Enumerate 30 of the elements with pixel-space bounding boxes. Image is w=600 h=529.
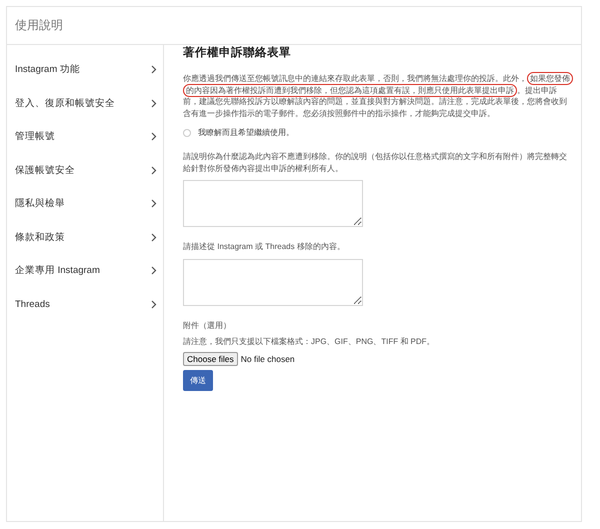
page-title: 使用說明 [15, 18, 63, 32]
text-area[interactable] [183, 180, 363, 227]
note-text: 請注意，我們只支援以下檔案格式：JPG、GIF、PNG、TIFF 和 PDF。 [183, 336, 436, 346]
chevron-icon [151, 166, 157, 175]
field-label: 附件（選用） [183, 320, 232, 330]
file-status: No file chosen [240, 354, 295, 364]
sidebar-item[interactable]: 登入、復原和帳號安全 [7, 86, 163, 120]
sidebar-item[interactable]: Instagram 功能 [7, 53, 163, 86]
text-area[interactable] [183, 258, 363, 306]
chevron-icon [151, 199, 157, 208]
sidebar-item[interactable]: 企業專用 Instagram [7, 254, 163, 288]
chevron-icon [151, 132, 157, 142]
chevron-icon [151, 300, 157, 309]
sidebar-item[interactable]: 隱私與檢舉 [7, 187, 163, 220]
chevron-icon [151, 232, 157, 242]
chevron-icon [151, 65, 157, 74]
field-label: 請描述從 Instagram 或 Threads 移除的內容。 [183, 241, 346, 252]
chevron-icon [151, 266, 157, 276]
radio-button[interactable] [183, 128, 191, 136]
submit-button[interactable]: 傳送 [183, 370, 213, 390]
sidebar-item[interactable]: 條款和政策 [7, 220, 163, 254]
sidebar-item[interactable]: 管理帳號 [7, 120, 163, 154]
choose-files-button[interactable]: Choose files [183, 352, 238, 366]
sidebar-item[interactable]: 保護帳號安全 [7, 154, 163, 187]
chevron-icon [151, 98, 157, 108]
intro-paragraph: 你應透過我們傳送至您帳號訊息中的連結來存取此表單，否則，我們將無法處理你的投訴。此外， 如果您發佈的內容因為著作權投訴而遭到我們移除，但您認為這項處置有誤，則應只使用此表單提出申訴 。提出申訴前，建議您先聯絡投訴方以瞭解該內容的問題，並直接與對方解決問題。請注意，完成此表單後，您將會收到含有進一步操作指示的電子郵件。您必須按照郵件中的指示操作，才能夠完成提交申訴。 [183, 73, 571, 119]
sidebar-item[interactable]: Threads [7, 288, 163, 321]
field-label: 請說明你為什麼認為此內容不應遭到移除。你的說明（包括你以任意格式撰寫的文字和所有附件）將完整轉交給針對你所發佈內容提出申訴的權利所有人。 [183, 151, 568, 174]
radio-label: 我瞭解而且希望繼續使用。 [198, 127, 294, 138]
form-title: 著作權申訴聯絡表單 [183, 45, 292, 60]
